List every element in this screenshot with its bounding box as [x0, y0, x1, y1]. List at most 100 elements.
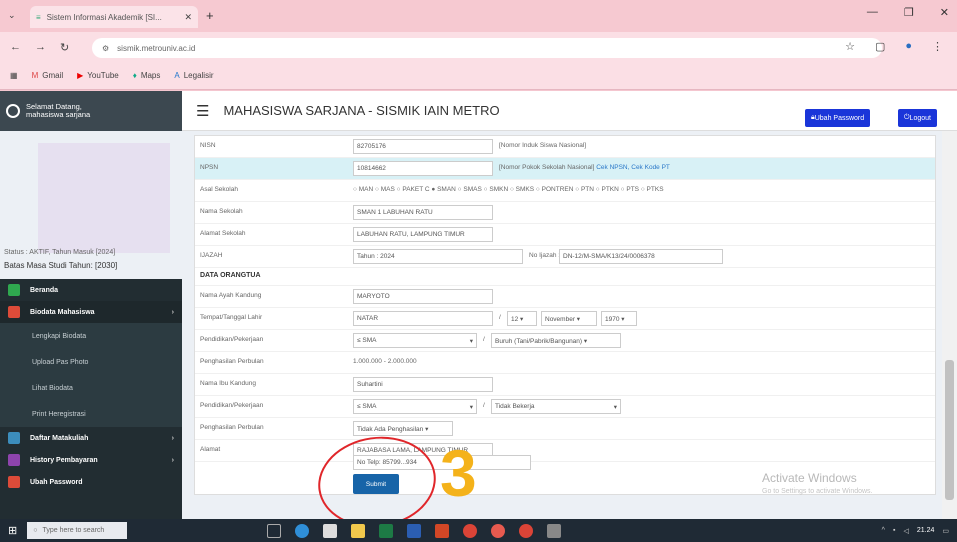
alamat-sekolah-label: Alamat Sekolah [200, 230, 246, 237]
restore-icon[interactable]: ❐ [904, 6, 914, 19]
sidebar-item-password[interactable]: Ubah Password [0, 471, 182, 493]
powerpoint-icon[interactable] [435, 523, 450, 538]
chrome-icon-3[interactable] [519, 523, 534, 538]
row-ortu-title: DATA ORANGTUA [195, 268, 935, 286]
sidebar-item-matakuliah[interactable]: Daftar Matakuliah › [0, 427, 182, 449]
sidebar-item-pembayaran[interactable]: History Pembayaran › [0, 449, 182, 471]
bookmark-star-icon[interactable]: ☆ [845, 40, 855, 53]
sidebar-header: Selamat Datang, mahasiswa sarjana [0, 91, 182, 131]
cek-kode-pt-link[interactable]: Cek Kode PT [631, 164, 670, 171]
chrome-icon-2[interactable] [491, 523, 506, 538]
network-icon[interactable]: ▪ [893, 527, 895, 534]
sidebar-item-beranda[interactable]: Beranda [0, 279, 182, 301]
more-menu-icon[interactable]: ⋮ [932, 40, 943, 53]
edge-icon[interactable] [295, 523, 310, 538]
notification-icon[interactable]: ▭ [942, 527, 949, 535]
chevron-right-icon: › [171, 434, 174, 442]
row-pendidikan-ibu: Pendidikan/Pekerjaan ≤ SMA ▾ / Tidak Beke… [195, 396, 935, 418]
site-info-icon[interactable]: ⚙ [102, 44, 109, 53]
nama-sekolah-label: Nama Sekolah [200, 208, 243, 215]
sidebar-subitem-lengkapi[interactable]: Lengkapi Biodata [0, 323, 182, 349]
excel-icon[interactable] [379, 523, 394, 538]
volume-icon[interactable]: ◁ [903, 527, 908, 535]
row-npsn: NPSN 10814662 [Nomor Pokok Sekolah Nasio… [195, 158, 935, 180]
chrome-icon[interactable] [463, 523, 478, 538]
nisn-input[interactable]: 82705176 [353, 139, 493, 154]
ubah-password-button[interactable]: 🔒︎ Ubah Password [805, 109, 871, 127]
home-icon [8, 284, 20, 296]
browser-tab[interactable]: ≡ Sistem Informasi Akademik [SI... ✕ [30, 6, 198, 28]
bookmark-legalisir[interactable]: A Legalisir [174, 71, 213, 80]
pendidikan-ibu-select[interactable]: ≤ SMA ▾ [353, 399, 477, 414]
alamat-sekolah-input[interactable]: LABUHAN RATU, LAMPUNG TIMUR [353, 227, 493, 242]
url-field[interactable]: ⚙ sismik.metrouniv.ac.id [92, 38, 882, 58]
reload-icon[interactable]: ↻ [60, 41, 69, 54]
ibu-input[interactable]: Suhartini [353, 377, 493, 392]
ijazah-tahun-input[interactable]: Tahun : 2024 [353, 249, 523, 264]
lock-icon [8, 476, 20, 488]
close-tab-icon[interactable]: ✕ [184, 12, 192, 23]
bookmark-gmail[interactable]: M Gmail [32, 71, 64, 80]
sidebar-subitem-upload[interactable]: Upload Pas Photo [0, 349, 182, 375]
ayah-input[interactable]: MARYOTO [353, 289, 493, 304]
cek-npsn-link[interactable]: Cek NPSN, [596, 164, 629, 171]
row-pendidikan-ayah: Pendidikan/Pekerjaan ≤ SMA ▾ / Buruh (Tan… [195, 330, 935, 352]
pekerjaan-ibu-select[interactable]: Tidak Bekerja ▾ [491, 399, 621, 414]
penghasilan-ibu-select[interactable]: Tidak Ada Penghasilan ▾ [353, 421, 453, 436]
extensions-icon[interactable]: ▢ [875, 40, 885, 53]
ttl-label: Tempat/Tanggal Lahir [200, 314, 263, 321]
penghasilan-ayah-value: 1.000.000 - 2.000.000 [353, 358, 417, 365]
scrollbar-thumb[interactable] [945, 360, 954, 500]
clock[interactable]: 21.24 [917, 527, 935, 534]
taskbar-search[interactable]: ○ Type here to search [27, 522, 128, 539]
profile-icon[interactable]: ● [905, 40, 912, 53]
ijazah-no-input[interactable]: DN-12/M-SMA/K13/24/0006378 [559, 249, 723, 264]
url-text: sismik.metrouniv.ac.id [117, 43, 196, 53]
activate-windows-title: Activate Windows [762, 471, 857, 485]
npsn-input[interactable]: 10814662 [353, 161, 493, 176]
bookmark-maps[interactable]: ♦ Maps [133, 71, 161, 80]
store-icon[interactable] [323, 523, 338, 538]
close-window-icon[interactable]: ✕ [940, 6, 949, 19]
logout-button[interactable]: ⏻ Logout [898, 109, 937, 127]
hamburger-icon[interactable]: ☰ [196, 102, 209, 120]
word-icon[interactable] [407, 523, 422, 538]
nama-sekolah-input[interactable]: SMAN 1 LABUHAN RATU [353, 205, 493, 220]
row-alamat-sekolah: Alamat Sekolah LABUHAN RATU, LAMPUNG TIM… [195, 224, 935, 246]
new-tab-icon[interactable]: + [206, 8, 214, 23]
sidebar-subitem-print[interactable]: Print Heregistrasi [0, 401, 182, 427]
window-controls: — ❐ ✕ [867, 6, 949, 19]
chevron-right-icon: › [171, 456, 174, 464]
bulan-select[interactable]: November ▾ [541, 311, 597, 326]
pekerjaan-ayah-select[interactable]: Buruh (Tani/Pabrik/Bangunan) ▾ [491, 333, 621, 348]
pendidikan-ayah-select[interactable]: ≤ SMA ▾ [353, 333, 477, 348]
asal-radio-group[interactable]: ○ MAN ○ MAS ○ PAKET C ● SMAN ○ SMAS ○ SM… [353, 186, 664, 193]
back-icon[interactable]: ← [10, 41, 21, 53]
bookmark-youtube[interactable]: ▶ YouTube [77, 71, 119, 80]
calendar-icon [8, 306, 20, 318]
npsn-note: [Nomor Pokok Sekolah Nasional] Cek NPSN,… [499, 164, 670, 171]
apps-grid-icon[interactable]: ▦ [10, 71, 18, 80]
penghasilan-ibu-label: Penghasilan Perbulan [200, 424, 264, 431]
forward-icon[interactable]: → [35, 41, 46, 53]
tahun-select[interactable]: 1970 ▾ [601, 311, 637, 326]
windows-start-icon[interactable]: ⊞ [8, 524, 17, 537]
sidebar-item-biodata[interactable]: Biodata Mahasiswa › [0, 301, 182, 323]
row-ijazah: IJAZAH Tahun : 2024 No Ijazah : DN-12/M-… [195, 246, 935, 268]
sidebar-subitem-lihat[interactable]: Lihat Biodata [0, 375, 182, 401]
asal-label: Asal Sekolah [200, 186, 238, 193]
profile-photo [38, 143, 170, 253]
user-icon [6, 104, 20, 118]
search-icon: ○ [33, 527, 38, 534]
file-explorer-icon[interactable] [351, 523, 366, 538]
tanggal-select[interactable]: 12 ▾ [507, 311, 537, 326]
tray-chevron-icon[interactable]: ^ [882, 527, 885, 534]
settings-icon[interactable] [547, 523, 562, 538]
minimize-icon[interactable]: — [867, 6, 878, 19]
bookmarks-bar: ▦ M Gmail ▶ YouTube ♦ Maps A Legalisir [0, 62, 957, 90]
pendidikan-ayah-label: Pendidikan/Pekerjaan [200, 336, 264, 343]
task-view-icon[interactable] [267, 523, 282, 538]
tab-menu-icon[interactable]: ⌄ [8, 10, 16, 21]
taskbar: ⊞ ○ Type here to search ^ ▪ ◁ 21.24 ▭ [0, 519, 957, 542]
tempat-lahir-input[interactable]: NATAR [353, 311, 493, 326]
